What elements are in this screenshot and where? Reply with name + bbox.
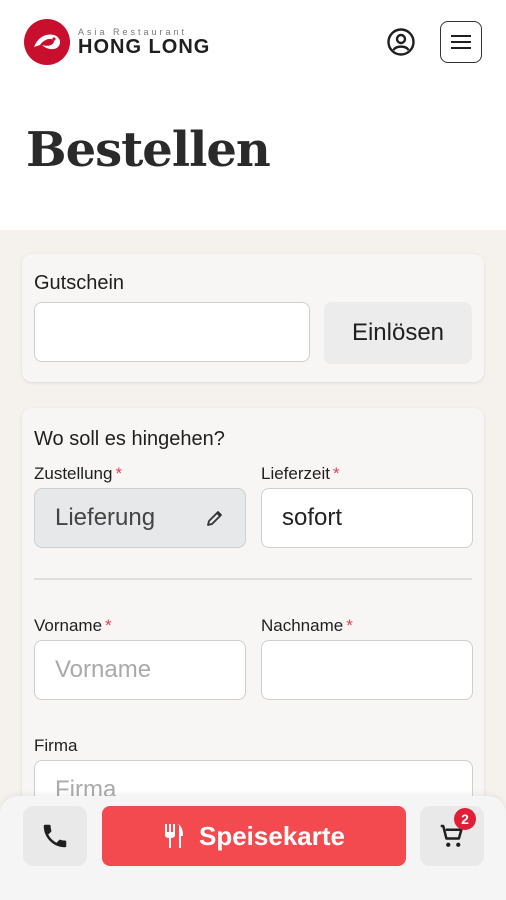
zustellung-value: Lieferung bbox=[55, 504, 156, 531]
vorname-placeholder: Vorname bbox=[55, 656, 152, 683]
speisekarte-button[interactable]: Speisekarte bbox=[102, 806, 406, 866]
hamburger-icon bbox=[451, 35, 471, 49]
delivery-heading: Wo soll es hingehen? bbox=[34, 428, 225, 450]
header-actions bbox=[380, 21, 482, 63]
cart-count-badge: 2 bbox=[454, 808, 476, 830]
logo-text: Asia Restaurant HONG LONG bbox=[78, 27, 211, 58]
required-mark: * bbox=[105, 616, 112, 635]
voucher-input[interactable] bbox=[34, 302, 310, 362]
logo[interactable]: Asia Restaurant HONG LONG bbox=[24, 19, 210, 65]
voucher-label: Gutschein bbox=[34, 272, 125, 294]
firma-label: Firma bbox=[34, 736, 78, 755]
page-title: Bestellen bbox=[26, 122, 271, 178]
required-mark: * bbox=[346, 616, 353, 635]
user-circle-icon bbox=[387, 28, 415, 56]
site-header: Asia Restaurant HONG LONG bbox=[0, 0, 506, 84]
vorname-label-text: Vorname bbox=[34, 616, 103, 635]
vorname-label: Vorname * bbox=[34, 616, 112, 636]
nachname-input[interactable] bbox=[261, 640, 473, 700]
zustellung-label: Zustellung * bbox=[34, 464, 122, 484]
divider bbox=[34, 578, 472, 580]
bottom-action-bar: Speisekarte 2 bbox=[0, 796, 506, 900]
cart-button[interactable]: 2 bbox=[420, 806, 484, 866]
speisekarte-label: Speisekarte bbox=[199, 820, 345, 851]
voucher-card: Gutschein Einlösen bbox=[22, 254, 484, 382]
pencil-icon bbox=[207, 511, 222, 526]
required-mark: * bbox=[115, 464, 123, 483]
cutlery-icon bbox=[165, 824, 183, 848]
delivery-card: Wo soll es hingehen? Zustellung * Lieferu… bbox=[22, 408, 484, 828]
dragon-logo-icon bbox=[24, 19, 70, 65]
logo-title: HONG LONG bbox=[78, 35, 211, 58]
nachname-label-text: Nachname bbox=[261, 616, 344, 635]
zustellung-label-text: Zustellung bbox=[34, 464, 113, 483]
redeem-button[interactable]: Einlösen bbox=[324, 302, 472, 364]
required-mark: * bbox=[332, 464, 340, 483]
lieferzeit-label: Lieferzeit * bbox=[261, 464, 340, 484]
zustellung-select[interactable]: Lieferung bbox=[34, 488, 246, 548]
phone-icon bbox=[43, 824, 67, 848]
lieferzeit-label-text: Lieferzeit bbox=[261, 464, 330, 483]
vorname-input[interactable]: Vorname bbox=[34, 640, 246, 700]
nachname-label: Nachname * bbox=[261, 616, 353, 636]
lieferzeit-field[interactable]: sofort bbox=[261, 488, 473, 548]
menu-button[interactable] bbox=[440, 21, 482, 63]
call-button[interactable] bbox=[23, 806, 87, 866]
title-area: Bestellen bbox=[0, 84, 506, 230]
account-button[interactable] bbox=[380, 21, 422, 63]
